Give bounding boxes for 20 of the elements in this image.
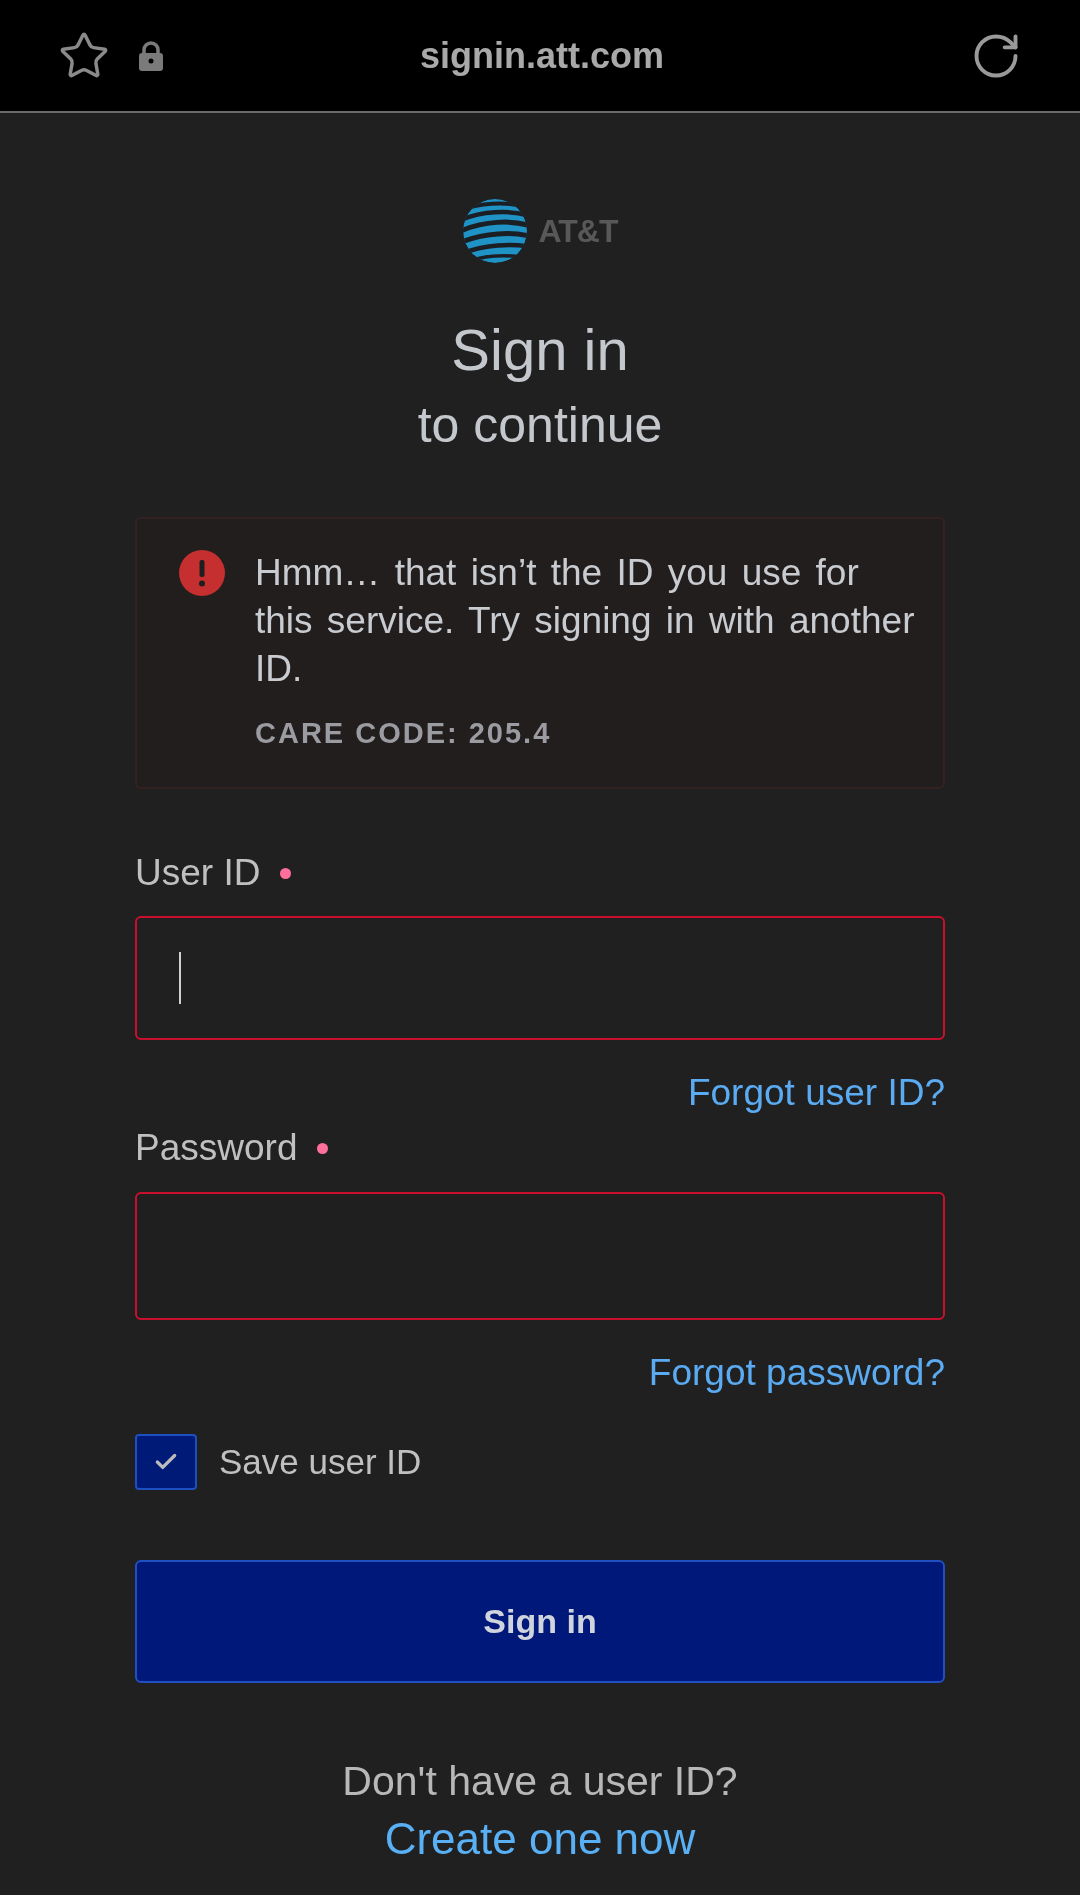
- forgot-link[interactable]: Forgot user ID?: [687, 1072, 945, 1114]
- page-subtitle: to continue: [416, 398, 664, 452]
- globe-logo-icon: [462, 199, 527, 263]
- care-code: CARE CODE: 205.4: [255, 716, 552, 751]
- input-field[interactable]: [135, 916, 945, 1040]
- lock-icon: [138, 40, 164, 71]
- page-title: Sign in: [450, 318, 630, 382]
- error-icon: [179, 550, 225, 596]
- url-text[interactable]: signin.att.com: [420, 28, 664, 83]
- checkbox[interactable]: [135, 1434, 197, 1490]
- signup-prompt: Don't have a user ID?: [341, 1758, 739, 1804]
- create-account-link[interactable]: Create one now: [384, 1813, 696, 1865]
- checkbox-label: Save user ID: [219, 1440, 422, 1483]
- forgot-link[interactable]: Forgot password?: [648, 1352, 945, 1394]
- field-label: Password: [135, 1127, 298, 1169]
- field-label: User ID: [135, 852, 261, 894]
- input-field[interactable]: [135, 1192, 945, 1320]
- brand-wordmark: AT&T: [538, 212, 618, 251]
- error-message: Hmm… that isn’t the ID you use for this service. Try signing in with another ID.: [255, 551, 916, 691]
- sign-in-button[interactable]: Sign in: [135, 1560, 945, 1683]
